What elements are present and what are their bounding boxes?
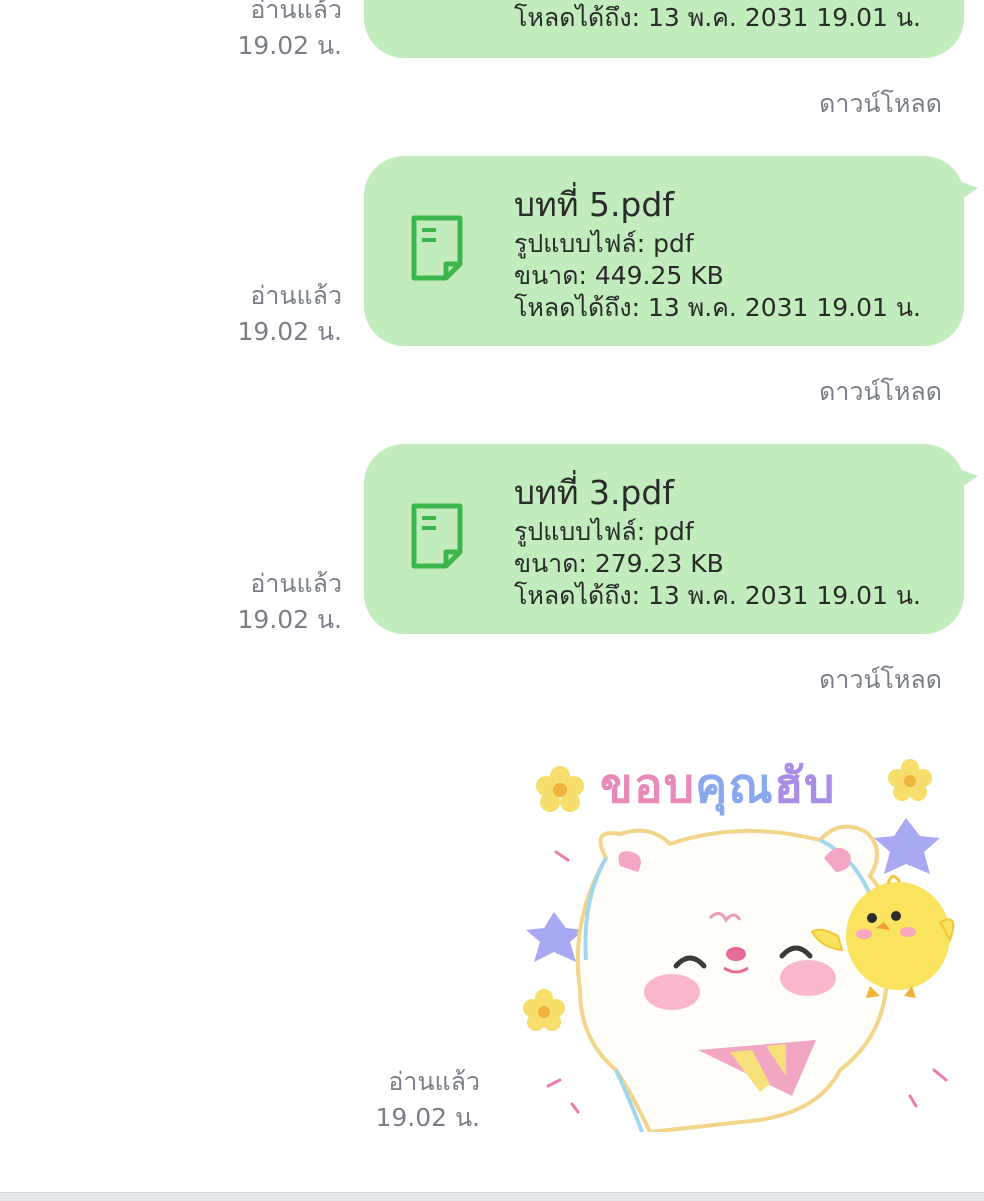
file-message-bubble[interactable]: บทที่ 5.pdf รูปแบบไฟล์: pdf ขนาด: 449.25… <box>364 156 978 346</box>
read-receipt: อ่านแล้ว 19.02 น. <box>320 1064 480 1136</box>
read-status: อ่านแล้ว <box>250 569 342 598</box>
file-size: ขนาด: 279.23 KB <box>514 549 724 578</box>
read-time: 19.02 น. <box>237 317 342 346</box>
star-icon <box>874 818 940 874</box>
read-time: 19.02 น. <box>237 31 342 60</box>
file-expiry: โหลดได้ถึง: 13 พ.ค. 2031 19.01 น. <box>514 3 921 32</box>
file-expiry: โหลดได้ถึง: 13 พ.ค. 2031 19.01 น. <box>514 293 921 322</box>
document-file-icon <box>411 503 463 569</box>
file-expiry: โหลดได้ถึง: 13 พ.ค. 2031 19.01 น. <box>514 581 921 610</box>
file-size: ขนาด: 449.25 KB <box>514 261 724 290</box>
chat-message-list[interactable]: อ่านแล้ว 19.02 น. โหลดได้ถึง: 13 พ.ค. 20… <box>0 0 984 1192</box>
read-receipt: อ่านแล้ว 19.02 น. <box>182 566 342 638</box>
read-status: อ่านแล้ว <box>250 0 342 24</box>
read-status: อ่านแล้ว <box>388 1067 480 1096</box>
sticker-caption-part: ขอบ <box>600 758 696 814</box>
bear-thank-you-sticker[interactable]: ขอบคุณฮับ <box>520 740 960 1135</box>
download-link[interactable]: ดาวน์โหลด <box>819 372 942 412</box>
flower-icon <box>523 989 565 1031</box>
read-status: อ่านแล้ว <box>250 281 342 310</box>
flower-icon <box>888 759 932 801</box>
read-receipt: อ่านแล้ว 19.02 น. <box>182 0 342 64</box>
star-icon <box>526 912 584 962</box>
flower-icon <box>536 766 584 812</box>
download-link[interactable]: ดาวน์โหลด <box>819 84 942 124</box>
sticker-caption-part: คุณ <box>695 758 774 814</box>
file-name: บทที่ 3.pdf <box>514 473 674 512</box>
file-type: รูปแบบไฟล์: pdf <box>514 229 694 258</box>
sticker-caption-part: ฮับ <box>773 758 836 814</box>
read-time: 19.02 น. <box>237 605 342 634</box>
file-type: รูปแบบไฟล์: pdf <box>514 517 694 546</box>
sticker-caption: ขอบคุณฮับ <box>600 748 836 824</box>
file-message-bubble[interactable]: โหลดได้ถึง: 13 พ.ค. 2031 19.01 น. <box>364 0 964 58</box>
read-time: 19.02 น. <box>375 1103 480 1132</box>
read-receipt: อ่านแล้ว 19.02 น. <box>182 278 342 350</box>
file-name: บทที่ 5.pdf <box>514 185 674 224</box>
bubble-tail <box>952 466 978 494</box>
download-link[interactable]: ดาวน์โหลด <box>819 660 942 700</box>
file-message-bubble[interactable]: บทที่ 3.pdf รูปแบบไฟล์: pdf ขนาด: 279.23… <box>364 444 978 634</box>
document-file-icon <box>411 215 463 281</box>
bubble-tail <box>952 178 978 206</box>
